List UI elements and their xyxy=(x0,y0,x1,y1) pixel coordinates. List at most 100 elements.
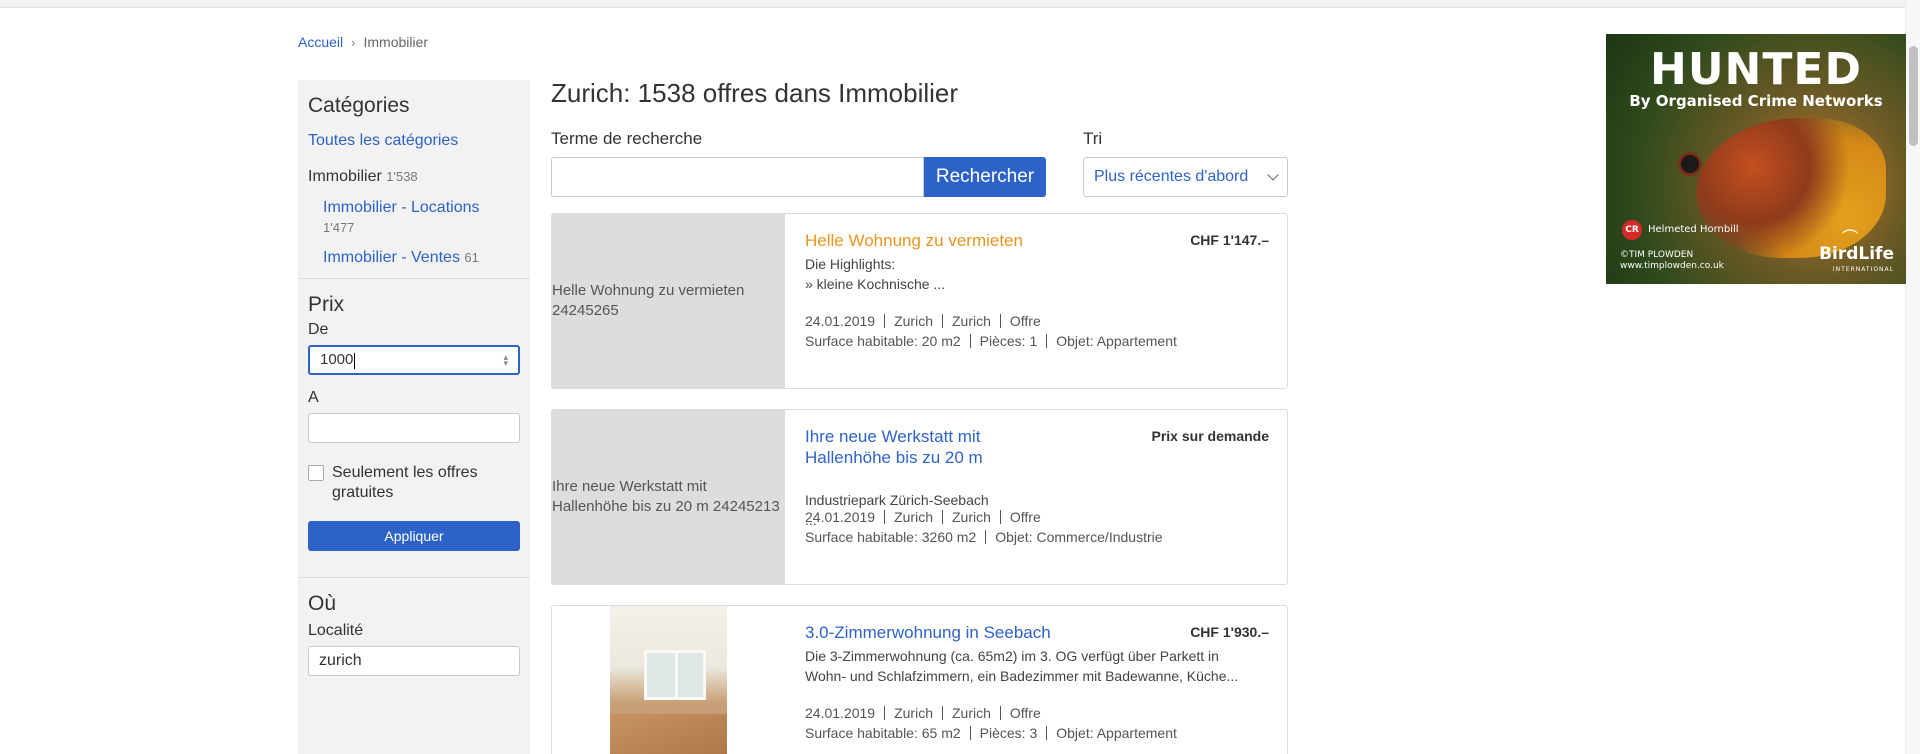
chevron-down-icon xyxy=(1267,169,1279,181)
listing-title[interactable]: Helle Wohnung zu vermieten xyxy=(805,230,1075,251)
apartment-photo xyxy=(610,606,727,754)
main-content: Zurich: 1538 offres dans Immobilier Term… xyxy=(551,78,1288,754)
number-spinner-icon[interactable]: ▴ ▾ xyxy=(503,353,508,368)
sort-selected-value: Plus récentes d'abord xyxy=(1094,168,1249,185)
all-categories-link[interactable]: Toutes les catégories xyxy=(308,132,520,150)
subcategory-ventes-link[interactable]: Immobilier - Ventes xyxy=(323,249,460,266)
listing-card[interactable]: Helle Wohnung zu vermieten 24245265 Hell… xyxy=(551,213,1288,389)
ad-brand-sub: INTERNATIONAL xyxy=(1832,266,1894,273)
search-column: Terme de recherche Rechercher xyxy=(551,129,1046,197)
listing-meta: 24.01.2019 Zurich Zurich Offre xyxy=(805,311,1041,331)
listing-desc-line: Wohn- und Schlafzimmern, ein Badezimmer … xyxy=(805,668,1239,684)
categories-heading: Catégories xyxy=(308,94,410,117)
listing-card[interactable]: Ihre neue Werkstatt mit Hallenhöhe bis z… xyxy=(551,409,1288,585)
listing-surface: Surface habitable: 20 m2 xyxy=(805,333,961,349)
ad-subline: By Organised Crime Networks xyxy=(1629,92,1883,110)
listing-description: Die Highlights: » kleine Kochnische ... xyxy=(805,254,1265,294)
listing-type: Offre xyxy=(1009,509,1041,525)
meta-divider xyxy=(999,706,1001,720)
listing-region: Zurich xyxy=(951,313,991,329)
listing-date: 24.01.2019 xyxy=(805,509,876,525)
search-button[interactable]: Rechercher xyxy=(924,157,1046,197)
price-to-input[interactable] xyxy=(308,413,520,443)
ad-credit-line: ©TIM PLOWDEN xyxy=(1620,250,1694,260)
text-caret xyxy=(354,352,356,369)
listing-object: Objet: Commerce/Industrie xyxy=(995,529,1163,545)
listing-body: Helle Wohnung zu vermieten CHF 1'147.– D… xyxy=(805,230,1269,380)
listing-date: 24.01.2019 xyxy=(805,313,876,329)
category-immobilier: Immobilier 1'538 xyxy=(308,168,520,186)
ad-credit: ©TIM PLOWDEN www.timplowden.co.uk xyxy=(1620,250,1724,272)
meta-divider xyxy=(985,530,987,544)
listing-desc-line: » kleine Kochnische ... xyxy=(805,276,946,292)
breadcrumb-home-link[interactable]: Accueil xyxy=(298,34,343,50)
meta-divider xyxy=(999,510,1001,524)
apply-button[interactable]: Appliquer xyxy=(308,521,520,551)
scrollbar-thumb[interactable] xyxy=(1909,46,1918,146)
listing-title[interactable]: 3.0-Zimmerwohnung in Seebach xyxy=(805,622,1075,643)
listing-desc-line: Die Highlights: xyxy=(805,256,896,272)
filter-sidebar: Catégories Toutes les catégories Immobil… xyxy=(298,80,530,754)
subcategory-ventes-count: 61 xyxy=(464,250,479,265)
search-label: Terme de recherche xyxy=(551,129,703,148)
page: Accueil › Immobilier Catégories Toutes l… xyxy=(298,0,1906,754)
advertisement-banner[interactable]: HUNTED By Organised Crime Networks CR He… xyxy=(1606,34,1906,284)
free-only-option[interactable]: Seulement les offres gratuites xyxy=(308,463,520,503)
breadcrumb: Accueil › Immobilier xyxy=(298,34,428,50)
listing-meta: 24.01.2019 Zurich Zurich Offre xyxy=(805,507,1041,527)
page-scrollbar[interactable] xyxy=(1905,0,1920,754)
ad-brand: BirdLife xyxy=(1819,244,1894,264)
ad-cr-badge: CR xyxy=(1622,220,1642,240)
listing-price: CHF 1'930.– xyxy=(1190,624,1269,640)
meta-divider xyxy=(1046,334,1048,348)
meta-divider xyxy=(999,314,1001,328)
listing-rooms: Pièces: 3 xyxy=(979,725,1038,741)
listing-image[interactable] xyxy=(552,606,785,754)
listing-surface: Surface habitable: 65 m2 xyxy=(805,725,961,741)
free-only-checkbox[interactable] xyxy=(308,465,324,481)
price-to-label: A xyxy=(308,389,319,406)
meta-divider xyxy=(1046,726,1048,740)
listing-description: Die 3-Zimmerwohnung (ca. 65m2) im 3. OG … xyxy=(805,646,1265,686)
page-title: Zurich: 1538 offres dans Immobilier xyxy=(551,78,959,108)
listing-type: Offre xyxy=(1009,313,1041,329)
listing-image[interactable]: Helle Wohnung zu vermieten 24245265 xyxy=(552,214,785,388)
price-from-label: De xyxy=(308,321,329,338)
locality-label: Localité xyxy=(308,622,364,639)
locality-input[interactable]: zurich xyxy=(308,646,520,676)
price-heading: Prix xyxy=(308,293,345,316)
listing-object: Objet: Appartement xyxy=(1056,725,1177,741)
ad-species: Helmeted Hornbill xyxy=(1648,224,1739,235)
search-bar: Terme de recherche Rechercher Tri Plus r… xyxy=(551,129,1288,197)
chevron-right-icon: › xyxy=(351,34,356,50)
listing-region: Zurich xyxy=(951,705,991,721)
listing-body: 3.0-Zimmerwohnung in Seebach CHF 1'930.–… xyxy=(805,622,1269,754)
listing-title[interactable]: Ihre neue Werkstatt mit Hallenhöhe bis z… xyxy=(805,426,1035,468)
search-input[interactable] xyxy=(551,157,924,197)
meta-divider xyxy=(884,510,886,524)
listing-city: Zurich xyxy=(894,313,933,329)
category-immobilier-count: 1'538 xyxy=(386,169,418,184)
listing-image[interactable]: Ihre neue Werkstatt mit Hallenhöhe bis z… xyxy=(552,410,785,584)
sort-column: Tri Plus récentes d'abord xyxy=(1083,129,1288,197)
meta-divider xyxy=(941,314,943,328)
subcategory-ventes[interactable]: Immobilier - Ventes 61 xyxy=(323,248,520,268)
subcategory-locations-link[interactable]: Immobilier - Locations xyxy=(323,199,480,216)
category-immobilier-label: Immobilier xyxy=(308,168,382,185)
listing-city: Zurich xyxy=(894,509,933,525)
listing-card[interactable]: 3.0-Zimmerwohnung in Seebach CHF 1'930.–… xyxy=(551,605,1288,754)
price-from-value: 1000 xyxy=(320,351,354,369)
subcategory-locations[interactable]: Immobilier - Locations 1'477 xyxy=(323,198,520,238)
listing-type: Offre xyxy=(1009,705,1041,721)
listing-details: Surface habitable: 20 m2 Pièces: 1 Objet: … xyxy=(805,331,1177,351)
price-from-input[interactable]: 1000 ▴ ▾ xyxy=(308,345,520,375)
meta-divider xyxy=(969,726,971,740)
listing-image-alt: Helle Wohnung zu vermieten 24245265 xyxy=(552,282,745,319)
listing-body: Ihre neue Werkstatt mit Hallenhöhe bis z… xyxy=(805,426,1269,576)
sort-select[interactable]: Plus récentes d'abord xyxy=(1083,157,1288,197)
meta-divider xyxy=(941,510,943,524)
listing-details: Surface habitable: 65 m2 Pièces: 3 Objet: … xyxy=(805,723,1177,743)
listing-price: CHF 1'147.– xyxy=(1190,232,1269,248)
meta-divider xyxy=(884,706,886,720)
sidebar-divider xyxy=(298,577,530,578)
